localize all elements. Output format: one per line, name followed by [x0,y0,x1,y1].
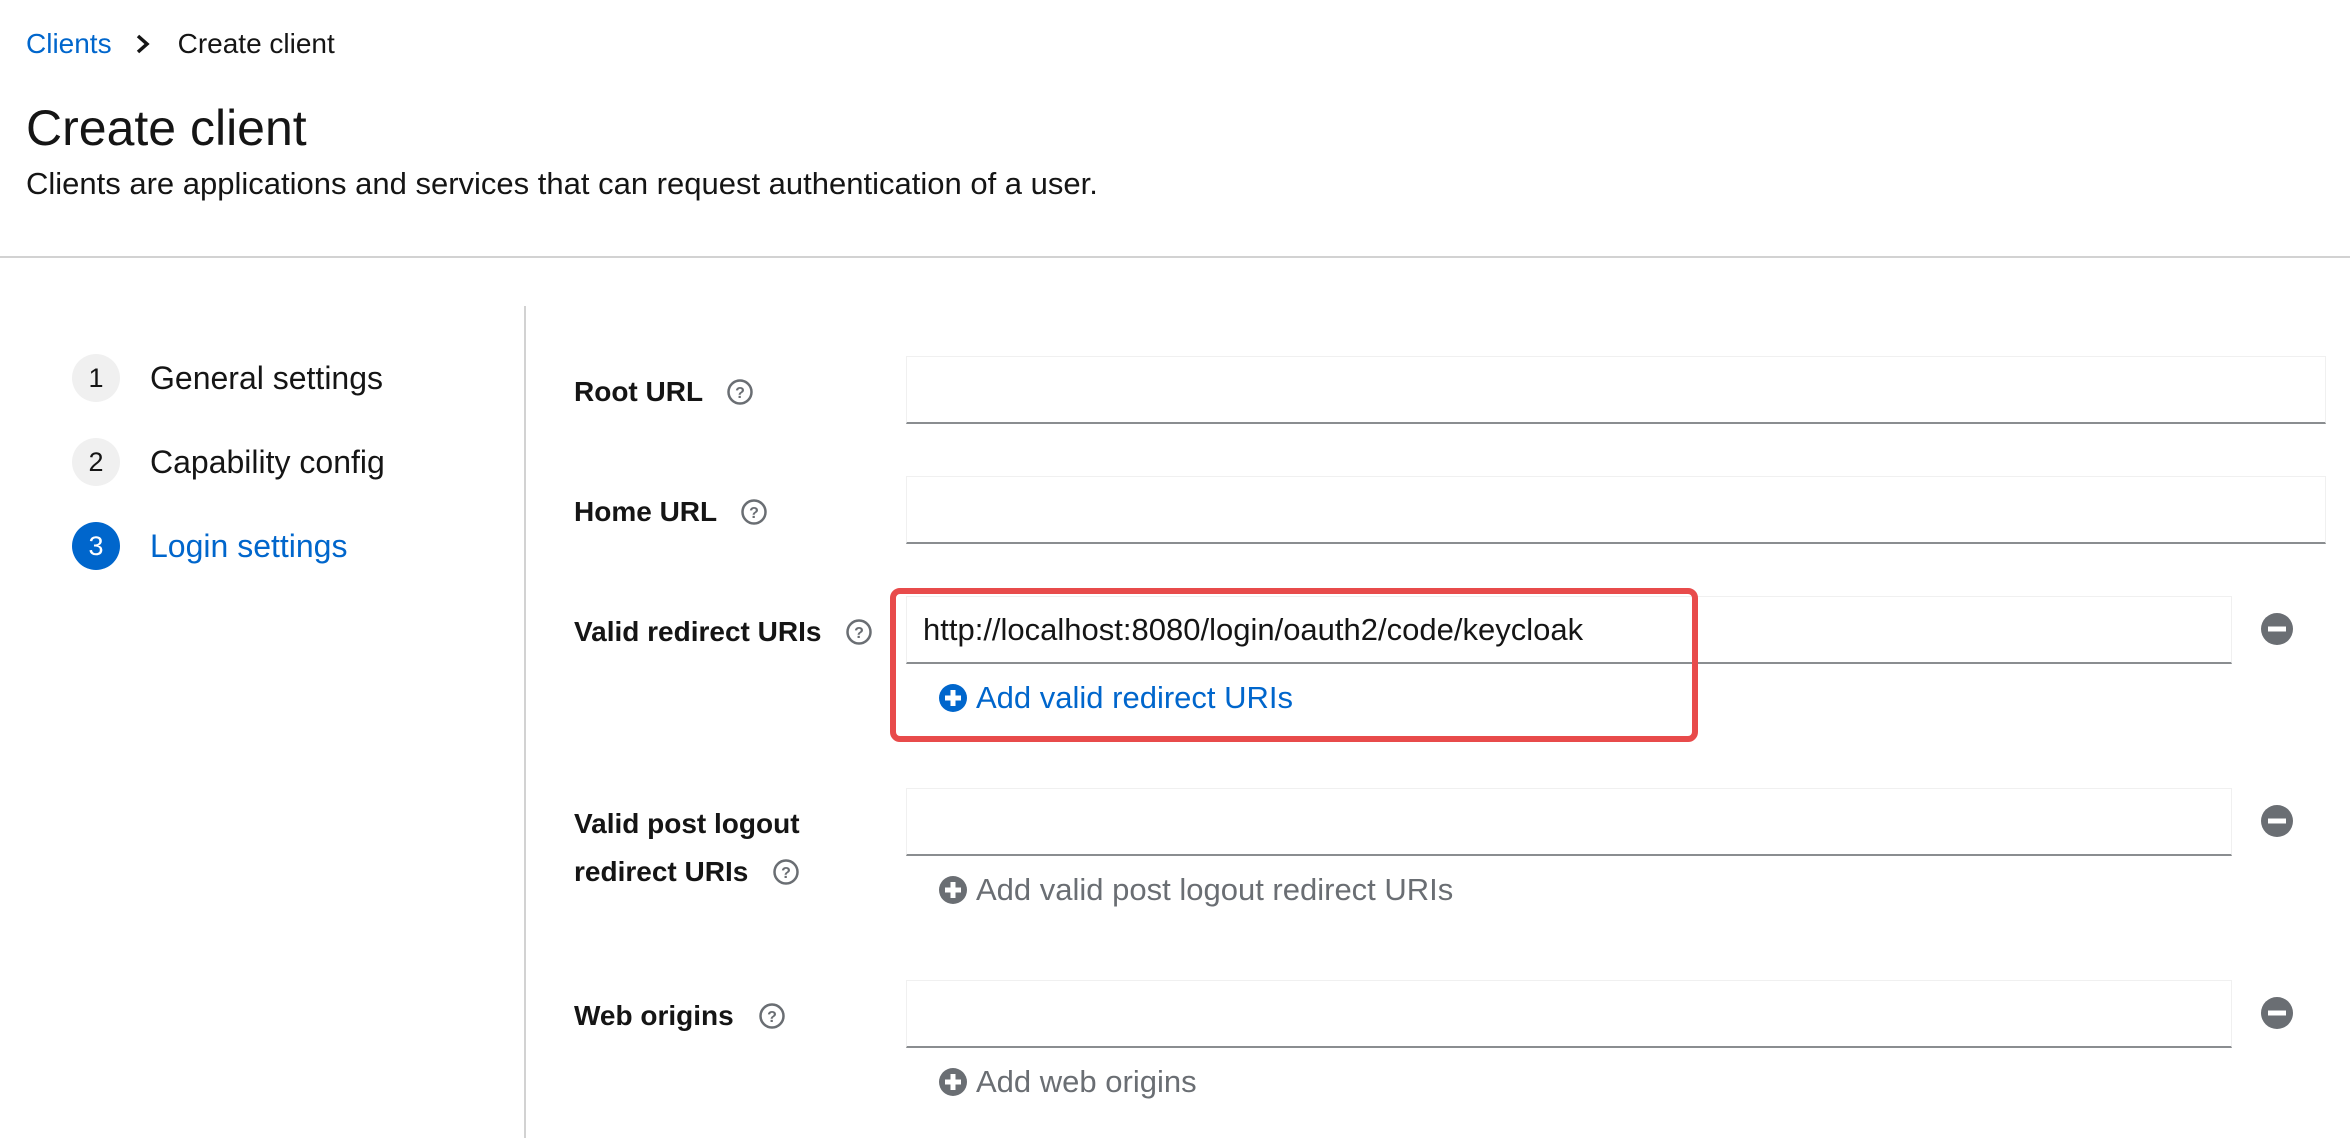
step-label: Capability config [150,443,385,480]
svg-text:?: ? [735,385,745,402]
wizard-step-login-settings[interactable]: 3 Login settings [72,522,347,570]
post-logout-redirect-uri-input[interactable] [906,788,2232,856]
help-icon[interactable]: ? [772,858,800,886]
add-web-origins-button[interactable]: Add web origins [938,1064,1197,1100]
plus-circle-icon [939,684,967,712]
step-number: 1 [72,354,120,402]
remove-circle-icon[interactable] [2260,996,2294,1030]
svg-text:?: ? [781,865,791,882]
add-valid-redirect-uris-label: Add valid redirect URIs [976,680,1294,715]
breadcrumb: Clients Create client [26,24,335,64]
svg-text:?: ? [750,505,760,522]
home-url-input[interactable] [906,476,2326,544]
post-logout-redirect-uris-label-line2: redirect URIs ? [574,848,800,896]
help-icon[interactable]: ? [845,618,873,646]
breadcrumb-current: Create client [177,28,335,59]
step-number: 3 [72,522,120,570]
web-origins-input[interactable] [906,980,2232,1048]
post-logout-label-line2: redirect URIs [574,856,749,887]
page-description: Clients are applications and services th… [26,166,1098,201]
page-title: Create client [26,100,307,156]
add-valid-redirect-uris-button[interactable]: Add valid redirect URIs [938,680,1293,716]
add-post-logout-redirect-uris-button[interactable]: Add valid post logout redirect URIs [938,872,1453,908]
help-icon[interactable]: ? [726,378,754,406]
valid-redirect-uris-label: Valid redirect URIs ? [574,608,873,656]
valid-redirect-uris-label-text: Valid redirect URIs [574,616,822,647]
post-logout-redirect-uris-label: Valid post logout [574,800,800,848]
wizard-step-capability-config[interactable]: 2 Capability config [72,438,385,486]
home-url-label: Home URL ? [574,488,768,536]
step-label: Login settings [150,527,348,564]
root-url-input[interactable] [906,356,2326,424]
svg-text:?: ? [854,625,864,642]
help-icon[interactable]: ? [758,1002,786,1030]
home-url-label-text: Home URL [574,496,717,527]
root-url-label-text: Root URL [574,376,703,407]
svg-text:?: ? [767,1009,777,1026]
page-header: Clients Create client Create client Clie… [0,0,2350,258]
add-web-origins-label: Add web origins [976,1064,1197,1099]
chevron-right-icon [136,34,150,54]
remove-circle-icon[interactable] [2260,804,2294,838]
wizard-step-general-settings[interactable]: 1 General settings [72,354,383,402]
breadcrumb-clients-link[interactable]: Clients [26,24,112,64]
web-origins-label: Web origins ? [574,992,786,1040]
add-post-logout-redirect-uris-label: Add valid post logout redirect URIs [976,872,1454,907]
root-url-label: Root URL ? [574,368,754,416]
help-icon[interactable]: ? [740,498,768,526]
remove-circle-icon[interactable] [2260,612,2294,646]
plus-circle-icon [939,1068,967,1096]
post-logout-label-line1: Valid post logout [574,808,800,839]
step-number: 2 [72,438,120,486]
step-label: General settings [150,359,384,396]
wizard-nav: 1 General settings 2 Capability config 3… [0,306,526,1138]
web-origins-label-text: Web origins [574,1000,734,1031]
plus-circle-icon [939,876,967,904]
valid-redirect-uri-input[interactable] [906,596,2232,664]
